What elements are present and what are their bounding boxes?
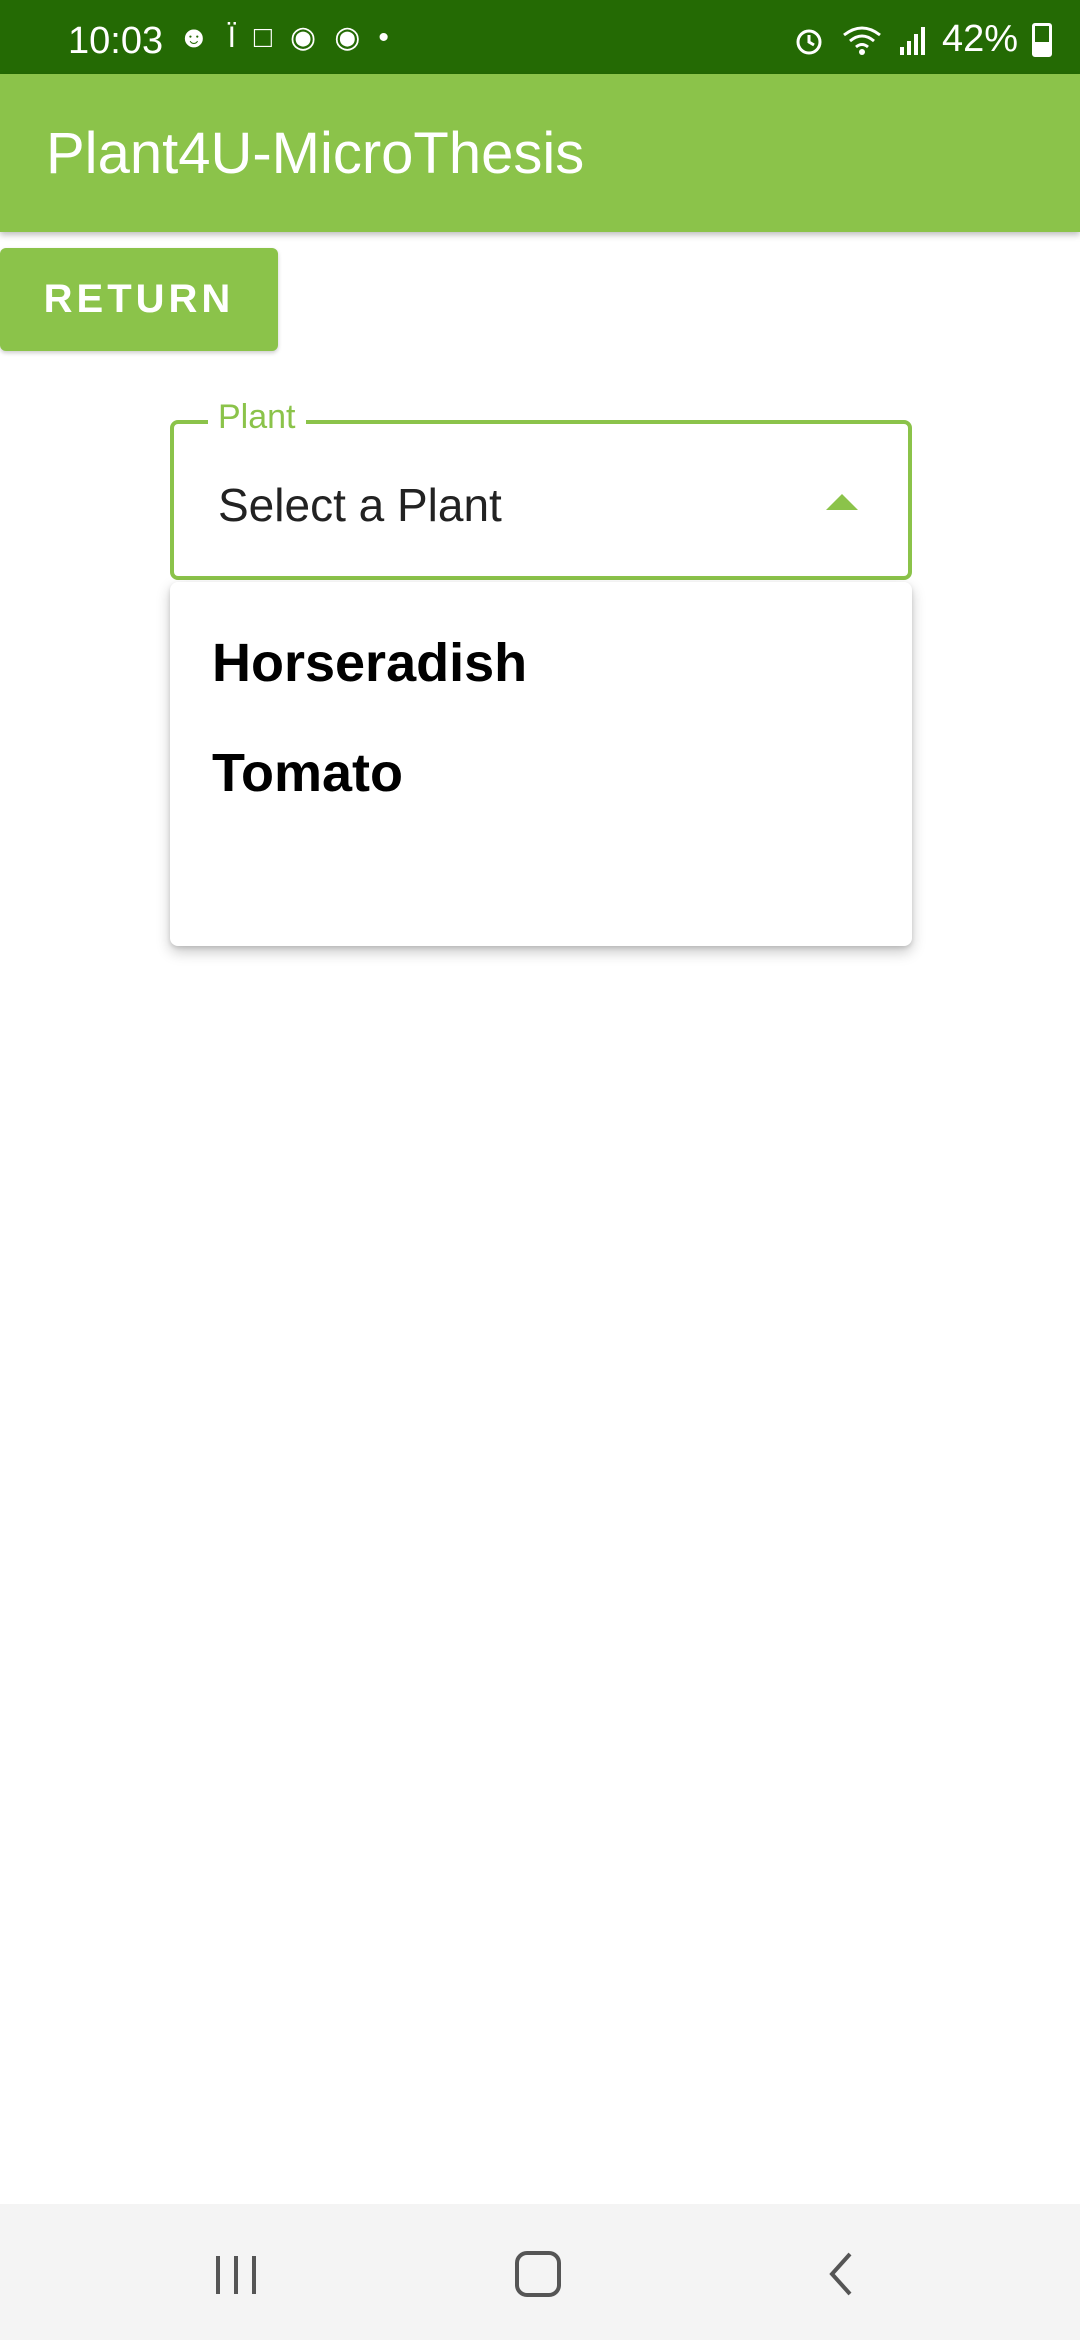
threads-icon: Ї	[227, 21, 236, 54]
battery-icon	[1032, 22, 1052, 57]
wifi-icon	[843, 26, 881, 55]
app-bar: Plant4U-MicroThesis	[0, 74, 1080, 232]
notification-icons: ☻ Ї □ ◉ ◉ •	[178, 20, 389, 56]
dot-icon: •	[378, 21, 389, 54]
status-time: 10:03	[68, 20, 164, 62]
back-icon[interactable]	[800, 2244, 880, 2304]
plant-dropdown-menu: Horseradish Tomato	[170, 582, 912, 946]
home-icon[interactable]	[498, 2244, 578, 2304]
alarm-icon	[796, 29, 822, 54]
webtoon-icon: □	[253, 21, 273, 54]
signal-icon	[899, 26, 925, 55]
status-bar: 10:03 ☻ Ї □ ◉ ◉ • 42%	[0, 0, 1080, 74]
reddit-icon: ◉	[290, 21, 317, 54]
plant-select[interactable]: Plant Select a Plant	[170, 398, 912, 580]
snapchat-icon: ☻	[178, 21, 210, 54]
navigation-bar	[0, 2204, 1080, 2340]
plant-select-value: Select a Plant	[218, 479, 502, 531]
recents-icon[interactable]	[196, 2244, 276, 2304]
app-title: Plant4U-MicroThesis	[46, 121, 585, 186]
plant-select-label: Plant	[208, 398, 306, 437]
battery-percent: 42%	[941, 18, 1018, 60]
reddit-icon: ◉	[334, 21, 361, 54]
dropdown-option-tomato[interactable]: Tomato	[170, 742, 912, 852]
system-icons: 42%	[792, 18, 1052, 61]
return-button[interactable]: RETURN	[0, 248, 278, 351]
caret-up-icon	[826, 494, 858, 510]
